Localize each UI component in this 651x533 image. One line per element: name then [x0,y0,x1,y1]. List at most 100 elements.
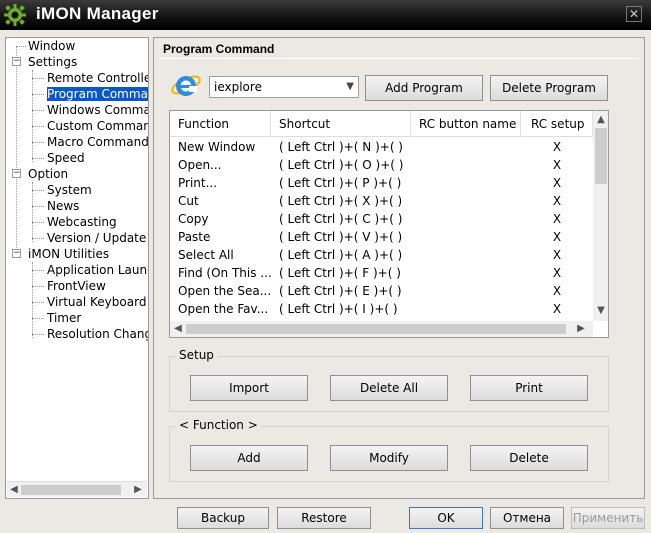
cell-function: Open the Fav... [178,302,269,316]
tree-item-virtual-keyboard[interactable]: Virtual Keyboard [47,294,146,310]
tree-line [16,46,17,254]
column-header-rc-setup[interactable]: RC setup [521,111,593,137]
tree-item-imon-utilities[interactable]: iMON Utilities [28,246,109,262]
scroll-right-icon[interactable]: ▶ [574,323,588,334]
table-row[interactable]: Cut ( Left Ctrl )+( X )+( ) X [170,192,593,210]
scroll-down-icon[interactable]: ▼ [594,305,608,316]
cell-function: Select All [178,248,234,262]
tree-line [32,262,33,338]
cell-rc-button-name [411,174,521,192]
add-button[interactable]: Add [190,445,308,471]
apply-button: Применить [571,507,645,529]
cell-rc-button-name [411,282,521,300]
tree-item-frontview[interactable]: FrontView [47,278,106,294]
table-row[interactable]: Paste ( Left Ctrl )+( V )+( ) X [170,228,593,246]
close-button[interactable]: ✕ [626,6,642,22]
table-row[interactable]: Select All ( Left Ctrl )+( A )+( ) X [170,246,593,264]
cell-function: Copy [178,212,209,226]
tree-line [32,334,44,335]
cell-shortcut: ( Left Ctrl )+( I )+( ) [279,302,398,316]
tree-item-resolution-changer[interactable]: Resolution Changer [47,326,148,342]
table-horizontal-scrollbar[interactable]: ◀ ▶ [170,321,593,337]
cell-rc-setup: X [552,194,562,208]
cell-shortcut: ( Left Ctrl )+( C )+( ) [279,212,403,226]
scroll-right-icon[interactable]: ▶ [131,482,145,498]
modify-button[interactable]: Modify [330,445,448,471]
command-table[interactable]: Function Shortcut RC button name RC setu… [169,110,609,338]
tree-item-system[interactable]: System [47,182,92,198]
tree-item-remote-controller[interactable]: Remote Controller [47,70,148,86]
cell-rc-setup: X [552,302,562,316]
window-title: iMON Manager [36,4,159,23]
collapse-icon[interactable]: − [12,57,21,66]
tree-item-custom-command[interactable]: Custom Command [47,118,148,134]
cell-rc-button-name [411,138,521,156]
scroll-thumb[interactable] [186,324,566,334]
cell-rc-setup: X [552,266,562,280]
import-button[interactable]: Import [190,375,308,401]
tree-item-macro-command[interactable]: Macro Command [47,134,148,150]
scroll-thumb[interactable] [21,485,121,495]
tree-item-speed[interactable]: Speed [47,150,85,166]
table-vertical-scrollbar[interactable]: ▲ ▼ [593,111,608,321]
tree-horizontal-scrollbar[interactable]: ◀ ▶ [7,481,147,497]
cancel-button[interactable]: Отмена [490,507,564,529]
collapse-icon[interactable]: − [12,169,21,178]
column-header-function[interactable]: Function [170,111,271,137]
column-header-rc-button-name[interactable]: RC button name [411,111,521,137]
cell-shortcut: ( Left Ctrl )+( V )+( ) [279,230,403,244]
collapse-icon[interactable]: − [12,249,21,258]
scroll-up-icon[interactable]: ▲ [594,114,608,125]
scroll-left-icon[interactable]: ◀ [7,482,21,498]
settings-tree[interactable]: Window − Settings Remote Controller Prog… [5,37,149,499]
tree-item-program-command[interactable]: Program Command [47,86,148,102]
table-row[interactable]: Copy ( Left Ctrl )+( C )+( ) X [170,210,593,228]
tree-line [32,94,44,95]
tree-item-option[interactable]: Option [28,166,68,182]
tree-item-application-launcher[interactable]: Application Launcher [47,262,148,278]
cell-rc-button-name [411,246,521,264]
tree-line [32,222,44,223]
scroll-thumb[interactable] [595,128,607,184]
table-row[interactable]: New Window ( Left Ctrl )+( N )+( ) X [170,138,593,156]
ok-button[interactable]: OK [409,507,483,529]
table-row[interactable]: Print... ( Left Ctrl )+( P )+( ) X [170,174,593,192]
tree-item-webcasting[interactable]: Webcasting [47,214,117,230]
setup-legend: Setup [176,348,217,362]
delete-program-button[interactable]: Delete Program [490,75,608,101]
cell-function: Open... [178,158,222,172]
tree-item-settings[interactable]: Settings [28,54,77,70]
table-row[interactable]: Find (On This ... ( Left Ctrl )+( F )+( )… [170,264,593,282]
backup-button[interactable]: Backup [177,507,269,529]
tree-item-window[interactable]: Window [28,38,75,54]
panel-title: Program Command [163,42,275,56]
cell-rc-setup: X [552,230,562,244]
add-program-button[interactable]: Add Program [365,75,483,101]
print-button[interactable]: Print [470,375,588,401]
cell-function: Cut [178,194,199,208]
tree-item-version-update[interactable]: Version / Update [47,230,146,246]
column-header-shortcut[interactable]: Shortcut [271,111,411,137]
tree-item-windows-command[interactable]: Windows Command [47,102,148,118]
imon-logo-icon [4,4,26,26]
delete-button[interactable]: Delete [470,445,588,471]
delete-all-button[interactable]: Delete All [330,375,448,401]
program-select[interactable]: iexplore ▼ [209,76,359,98]
tree-item-timer[interactable]: Timer [47,310,81,326]
function-legend: < Function > [176,418,261,432]
scroll-left-icon[interactable]: ◀ [171,323,185,334]
cell-shortcut: ( Left Ctrl )+( P )+( ) [279,176,402,190]
restore-button[interactable]: Restore [277,507,371,529]
tree-line [32,190,44,191]
table-row[interactable]: Open the Fav... ( Left Ctrl )+( I )+( ) X [170,300,593,318]
table-row[interactable]: Open the Sea... ( Left Ctrl )+( E )+( ) X [170,282,593,300]
tree-line [32,78,44,79]
cell-rc-setup: X [552,248,562,262]
table-row[interactable]: Open... ( Left Ctrl )+( O )+( ) X [170,156,593,174]
cell-rc-button-name [411,300,521,318]
cell-rc-setup: X [552,140,562,154]
chevron-down-icon[interactable]: ▼ [346,81,354,92]
cell-rc-setup: X [552,284,562,298]
cell-rc-button-name [411,192,521,210]
tree-item-news[interactable]: News [47,198,79,214]
